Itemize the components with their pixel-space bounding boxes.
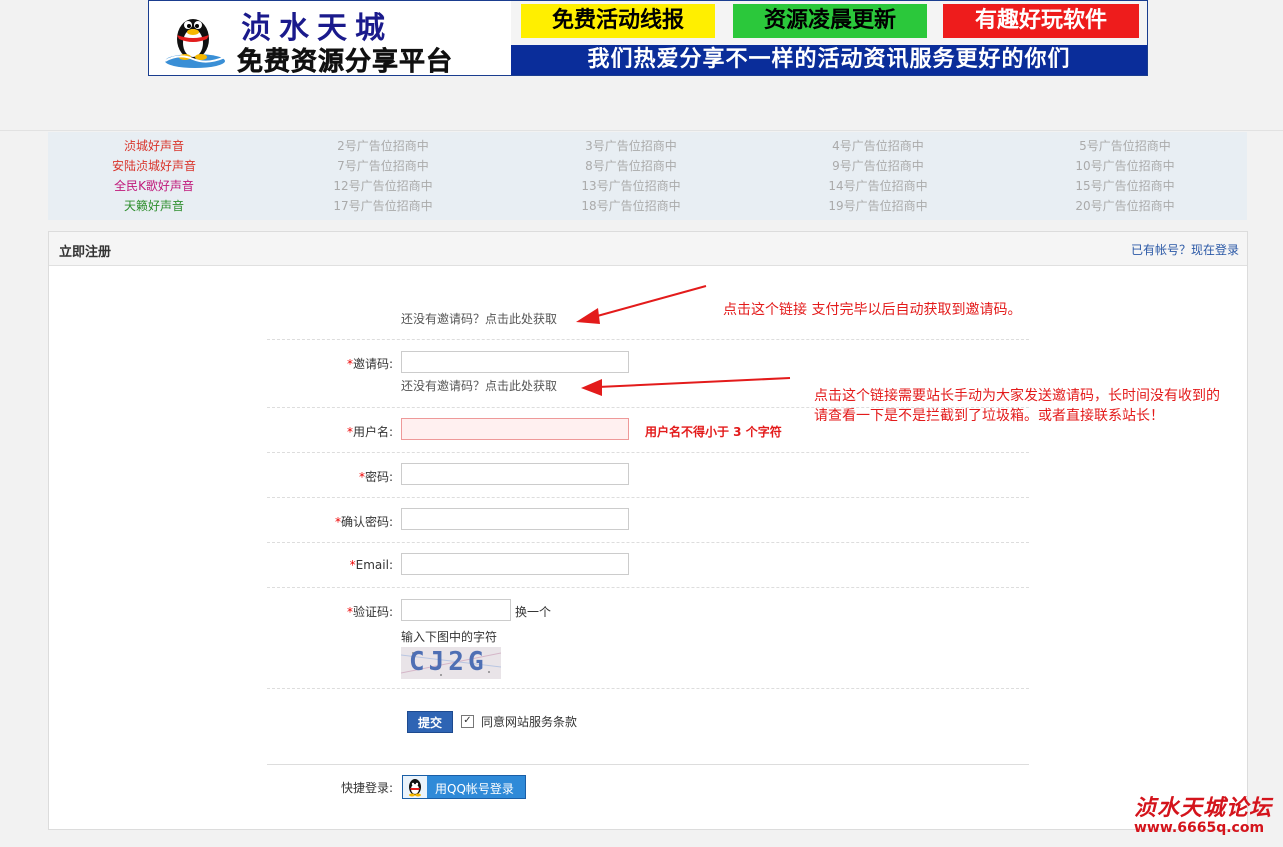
ad-link[interactable]: 20号广告位招商中 (1020, 196, 1230, 216)
captcha-input[interactable] (401, 599, 511, 621)
invite-code-input[interactable] (401, 351, 629, 373)
banner-slogan: 我们热爱分享不一样的活动资讯服务更好的你们 (511, 45, 1147, 75)
qq-login-button[interactable]: 用QQ帐号登录 (402, 775, 526, 799)
ad-link[interactable]: 10号广告位招商中 (1020, 156, 1230, 176)
ad-link[interactable]: 天籁好声音 (48, 196, 260, 216)
confirm-password-row: *确认密码: (267, 498, 1029, 543)
confirm-password-input[interactable] (401, 508, 629, 530)
email-row: *Email: (267, 543, 1029, 588)
ad-link[interactable]: 浈城好声音 (48, 136, 260, 156)
ad-link[interactable]: 7号广告位招商中 (278, 156, 488, 176)
ad-link[interactable]: 8号广告位招商中 (526, 156, 736, 176)
promo-tag-update: 资源凌晨更新 (733, 4, 927, 38)
top-banner-area: 浈水天城 免费资源分享平台 免费活动线报 资源凌晨更新 有趣好玩软件 我们热爱分… (0, 0, 1283, 131)
quick-login-label: 快捷登录: (340, 781, 393, 795)
ad-link[interactable]: 9号广告位招商中 (773, 156, 983, 176)
ad-link[interactable]: 3号广告位招商中 (526, 136, 736, 156)
annotation-note-2-line2: 请查看一下是不是拦截到了垃圾箱。或者直接联系站长！ (814, 408, 1164, 424)
qq-login-label: 用QQ帐号登录 (435, 782, 514, 796)
site-banner[interactable]: 浈水天城 免费资源分享平台 免费活动线报 资源凌晨更新 有趣好玩软件 我们热爱分… (148, 0, 1148, 76)
confirm-password-label: *确认密码: (334, 515, 393, 529)
password-label: *密码: (358, 470, 393, 484)
register-panel: 立即注册 已有帐号？现在登录 还没有邀请码？点击此处获取 *邀请码: 还没有邀请… (48, 231, 1248, 830)
agree-terms-checkbox[interactable]: ✓ (461, 715, 474, 728)
email-label: *Email: (349, 558, 393, 572)
ad-link[interactable]: 全民K歌好声音 (48, 176, 260, 196)
ad-slot-table: 浈城好声音 2号广告位招商中 3号广告位招商中 4号广告位招商中 5号广告位招商… (48, 132, 1247, 220)
promo-tag-activity: 免费活动线报 (521, 4, 715, 38)
get-invite-link-below[interactable]: 还没有邀请码？点击此处获取 (401, 377, 557, 394)
ad-row: 全民K歌好声音 12号广告位招商中 13号广告位招商中 14号广告位招商中 15… (48, 176, 1247, 196)
ad-link[interactable]: 5号广告位招商中 (1020, 136, 1230, 156)
ad-link[interactable]: 4号广告位招商中 (773, 136, 983, 156)
email-input[interactable] (401, 553, 629, 575)
password-row: *密码: (267, 453, 1029, 498)
promo-tag-software: 有趣好玩软件 (943, 4, 1139, 38)
captcha-image[interactable]: CJ2G (401, 647, 501, 679)
agree-terms-label[interactable]: 同意网站服务条款 (481, 713, 577, 730)
penguin-mascot-icon (164, 19, 226, 68)
banner-promo: 免费活动线报 资源凌晨更新 有趣好玩软件 我们热爱分享不一样的活动资讯服务更好的… (511, 1, 1147, 75)
ad-link[interactable]: 18号广告位招商中 (526, 196, 736, 216)
get-invite-link-top[interactable]: 还没有邀请码？点击此处获取 (401, 310, 557, 327)
ad-link[interactable]: 12号广告位招商中 (278, 176, 488, 196)
ad-link[interactable]: 13号广告位招商中 (526, 176, 736, 196)
ad-row: 浈城好声音 2号广告位招商中 3号广告位招商中 4号广告位招商中 5号广告位招商… (48, 136, 1247, 156)
ad-link[interactable]: 19号广告位招商中 (773, 196, 983, 216)
captcha-row: *验证码: 换一个 输入下图中的字符 CJ2G (267, 588, 1029, 689)
annotation-note-1: 点击这个链接 支付完毕以后自动获取到邀请码。 (723, 302, 1022, 318)
captcha-tip: 输入下图中的字符 (401, 630, 498, 644)
site-logo: 浈水天城 免费资源分享平台 (149, 1, 511, 75)
ad-row: 安陆浈城好声音 7号广告位招商中 8号广告位招商中 9号广告位招商中 10号广告… (48, 156, 1247, 176)
qq-icon (403, 776, 427, 798)
invite-code-label: *邀请码: (346, 357, 393, 371)
captcha-text: CJ2G (409, 647, 488, 677)
submit-button[interactable]: 提交 (407, 711, 453, 733)
quick-login-divider (267, 764, 1029, 765)
username-label: *用户名: (346, 425, 393, 439)
ad-link[interactable]: 安陆浈城好声音 (48, 156, 260, 176)
captcha-refresh-link[interactable]: 换一个 (515, 603, 551, 620)
ad-link[interactable]: 15号广告位招商中 (1020, 176, 1230, 196)
username-error-message: 用户名不得小于 3 个字符 (645, 425, 782, 439)
login-link[interactable]: 已有帐号？现在登录 (1131, 241, 1239, 258)
register-title: 立即注册 (59, 245, 112, 260)
watermark-url: www.6665q.com (1134, 820, 1265, 836)
logo-subtitle: 免费资源分享平台 (237, 47, 454, 76)
ad-link[interactable]: 14号广告位招商中 (773, 176, 983, 196)
ad-row: 天籁好声音 17号广告位招商中 18号广告位招商中 19号广告位招商中 20号广… (48, 196, 1247, 216)
annotation-note-2-line1: 点击这个链接需要站长手动为大家发送邀请码，长时间没有收到的 (814, 388, 1220, 404)
watermark-title: 浈水天城论坛 (1134, 795, 1273, 821)
ad-link[interactable]: 2号广告位招商中 (278, 136, 488, 156)
password-input[interactable] (401, 463, 629, 485)
captcha-label: *验证码: (346, 605, 393, 619)
ad-link[interactable]: 17号广告位招商中 (278, 196, 488, 216)
username-input[interactable] (401, 418, 629, 440)
register-header: 立即注册 已有帐号？现在登录 (49, 232, 1247, 266)
site-watermark: 浈水天城论坛 www.6665q.com (1134, 790, 1279, 836)
